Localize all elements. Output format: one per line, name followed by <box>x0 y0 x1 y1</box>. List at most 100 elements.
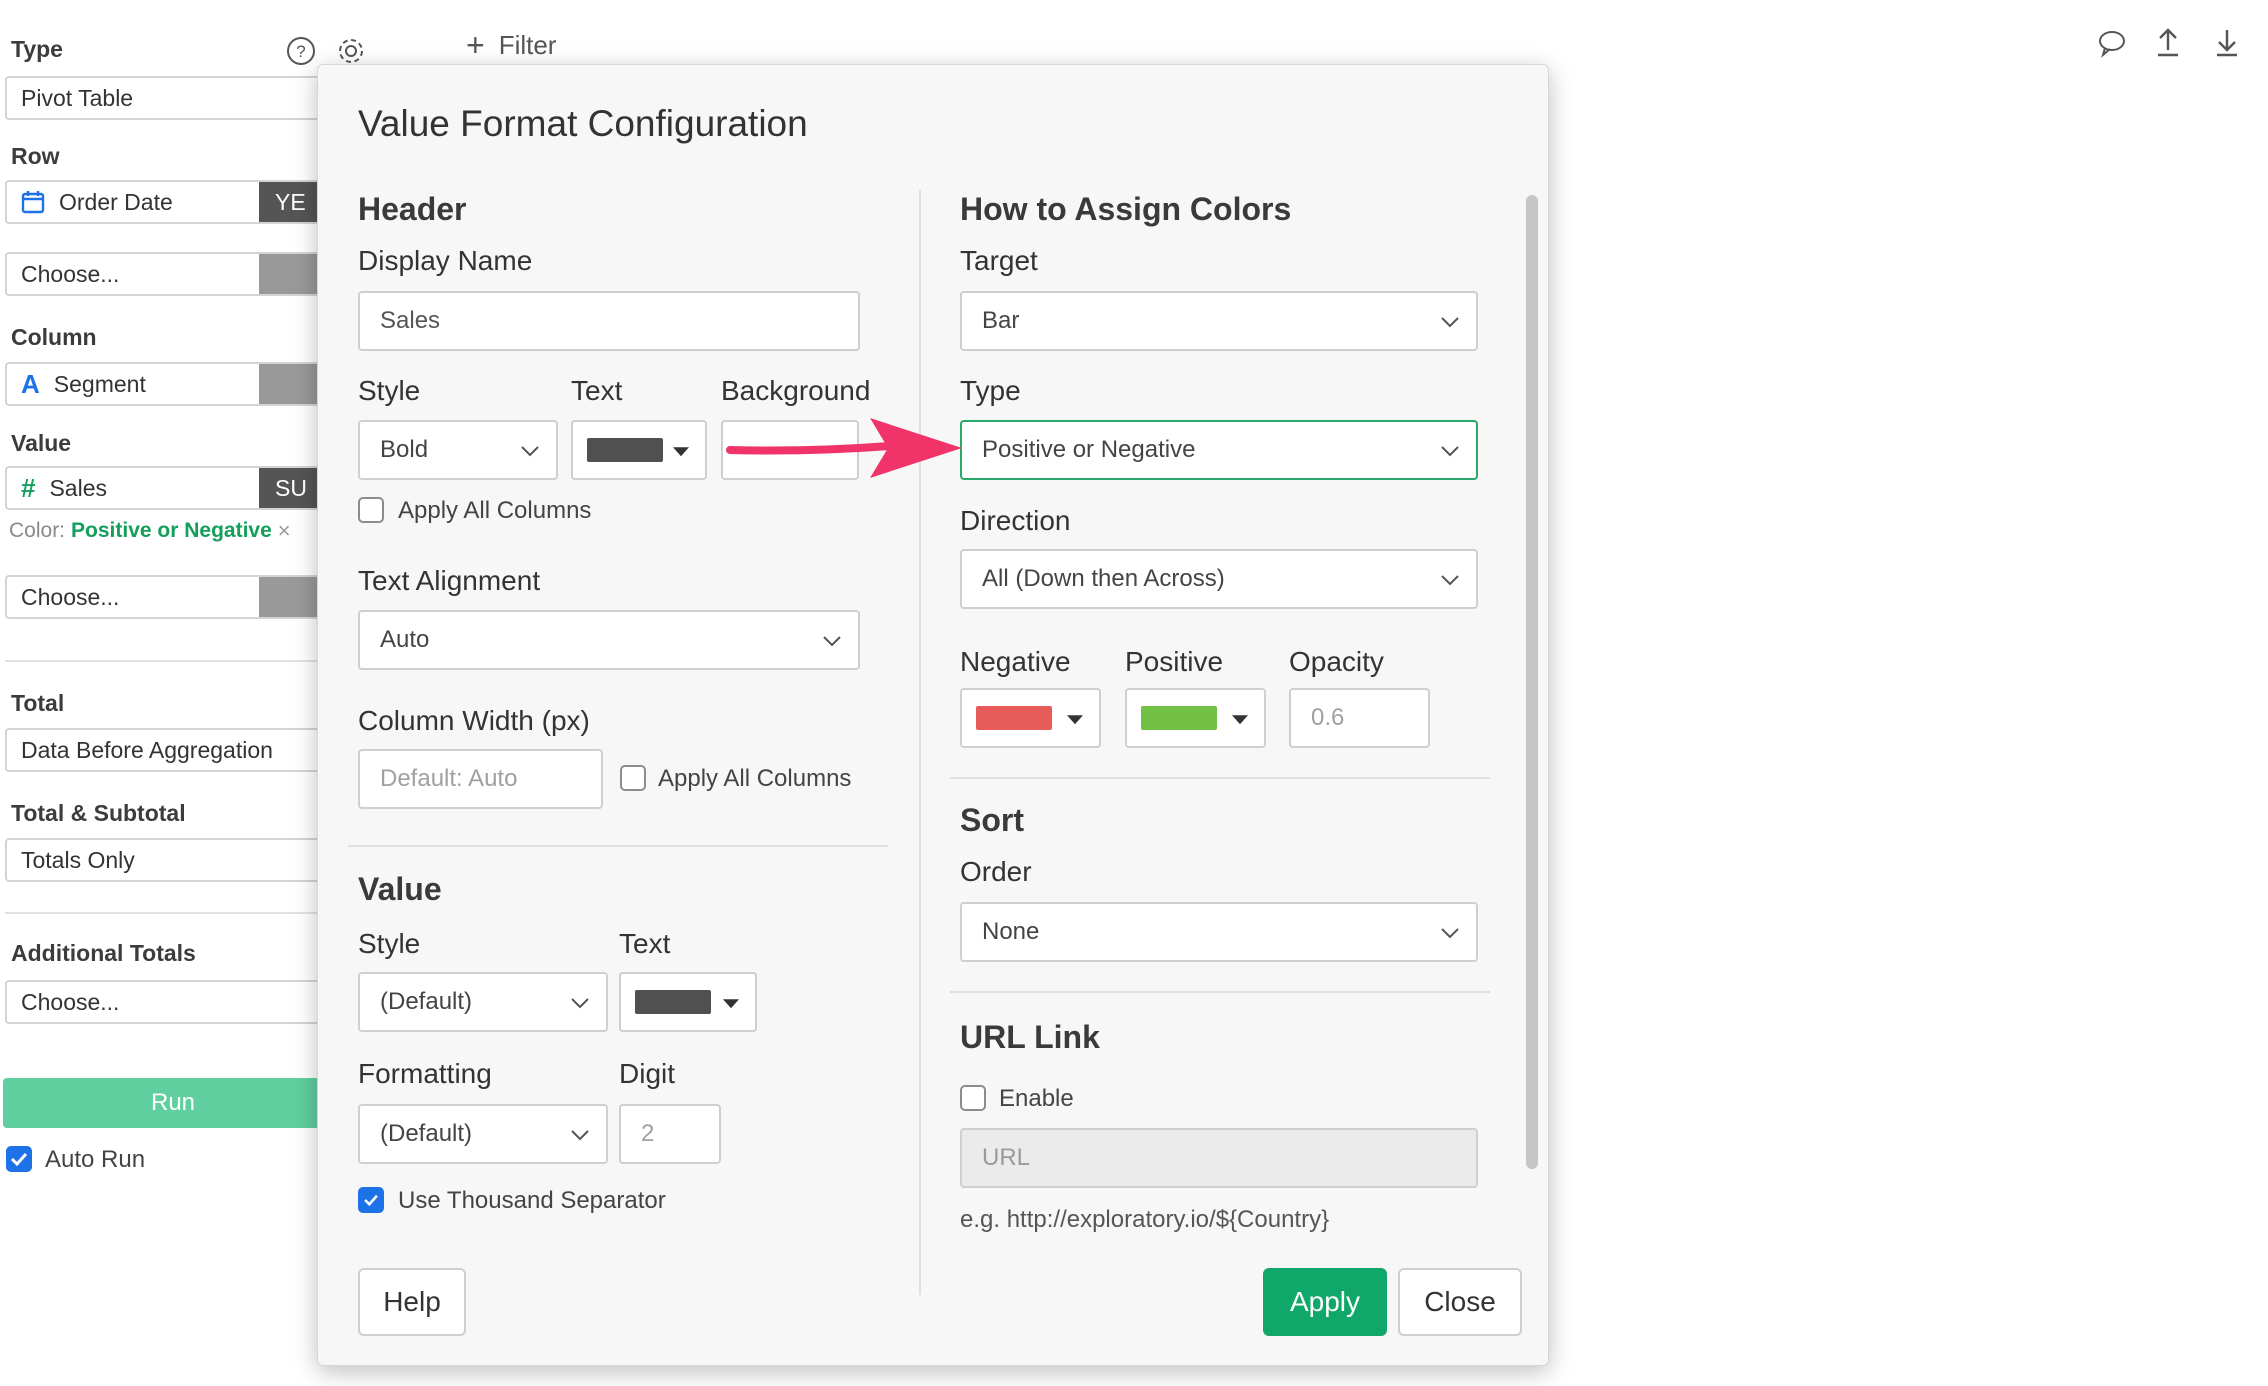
value-field-label: Sales <box>49 474 108 501</box>
direction-select[interactable]: All (Down then Across) <box>960 549 1478 609</box>
help-button[interactable]: Help <box>358 1268 466 1336</box>
thousand-separator-checkbox[interactable] <box>358 1187 384 1213</box>
order-select[interactable]: None <box>960 902 1478 962</box>
header-text-color-picker[interactable] <box>571 420 707 480</box>
color-type-select[interactable]: Positive or Negative <box>960 420 1478 480</box>
chevron-down-icon <box>1440 565 1460 593</box>
value-text-color-label: Text <box>619 928 671 959</box>
header-text-color-label: Text <box>571 375 623 406</box>
comment-icon[interactable] <box>2097 28 2127 58</box>
positive-color-picker[interactable] <box>1125 688 1266 748</box>
total-label: Total <box>11 690 65 716</box>
negative-color-picker[interactable] <box>960 688 1101 748</box>
header-background-label: Background <box>721 375 871 406</box>
type-label: Type <box>11 36 63 62</box>
column-width-placeholder: Default: Auto <box>380 765 518 792</box>
chevron-down-icon <box>822 626 842 654</box>
column-field-label: Segment <box>53 370 146 397</box>
url-section-title: URL Link <box>960 1019 1100 1055</box>
opacity-placeholder: 0.6 <box>1311 704 1345 731</box>
caret-down-icon <box>723 999 739 1009</box>
dialog-scrollbar-thumb[interactable] <box>1526 195 1538 1169</box>
color-type-value: Positive or Negative <box>982 436 1196 463</box>
close-button-label: Close <box>1424 1286 1496 1317</box>
target-value: Bar <box>982 307 1020 334</box>
row-field-order-date[interactable]: Order Date YE <box>5 180 345 224</box>
value-style-value: (Default) <box>380 988 473 1015</box>
url-enable-label: Enable <box>999 1085 1074 1112</box>
value-choose-select[interactable]: Choose... <box>5 575 345 619</box>
text-type-icon: A <box>21 368 40 399</box>
display-name-value: Sales <box>380 307 441 334</box>
remove-color-icon[interactable]: × <box>278 518 291 544</box>
close-button[interactable]: Close <box>1398 1268 1522 1336</box>
type-select-value: Pivot Table <box>21 84 134 111</box>
value-color-setting: Color: Positive or Negative × <box>9 518 291 544</box>
row-field-label: Order Date <box>59 188 173 215</box>
text-alignment-select[interactable]: Auto <box>358 610 860 670</box>
row-choose-select[interactable]: Choose... <box>5 252 345 296</box>
target-select[interactable]: Bar <box>960 291 1478 351</box>
value-field-sales[interactable]: # Sales SU <box>5 466 345 510</box>
dialog-title: Value Format Configuration <box>358 103 808 144</box>
thousand-separator-label: Use Thousand Separator <box>398 1187 666 1214</box>
apply-button[interactable]: Apply <box>1263 1268 1387 1336</box>
column-width-input[interactable]: Default: Auto <box>358 749 603 809</box>
annotation-arrow <box>726 418 962 478</box>
run-button[interactable]: Run <box>3 1078 343 1128</box>
auto-run-label: Auto Run <box>45 1146 146 1173</box>
upload-icon[interactable] <box>2153 26 2183 58</box>
display-name-input[interactable]: Sales <box>358 291 860 351</box>
download-icon[interactable] <box>2212 26 2242 58</box>
display-name-label: Display Name <box>358 245 533 276</box>
url-input[interactable]: URL <box>960 1128 1478 1188</box>
svg-text:?: ? <box>296 42 305 61</box>
subtotal-select-value: Totals Only <box>21 846 135 873</box>
value-style-select[interactable]: (Default) <box>358 972 608 1032</box>
auto-run-checkbox[interactable] <box>6 1146 32 1172</box>
digit-input[interactable]: 2 <box>619 1104 721 1164</box>
chevron-down-icon <box>570 1120 590 1148</box>
color-setting-link[interactable]: Positive or Negative <box>71 519 272 543</box>
direction-value: All (Down then Across) <box>982 565 1225 592</box>
formatting-select[interactable]: (Default) <box>358 1104 608 1164</box>
sort-section-title: Sort <box>960 802 1024 838</box>
column-width-label: Column Width (px) <box>358 705 590 736</box>
subtotal-label: Total & Subtotal <box>11 800 186 826</box>
url-example-text: e.g. http://exploratory.io/${Country} <box>960 1206 1330 1233</box>
color-prefix: Color: <box>9 519 66 542</box>
column-field-segment[interactable]: A Segment <box>5 362 345 406</box>
header-style-select[interactable]: Bold <box>358 420 558 480</box>
additional-totals-select[interactable]: Choose... <box>5 980 345 1024</box>
colors-section-title: How to Assign Colors <box>960 191 1292 227</box>
target-label: Target <box>960 245 1038 276</box>
filter-button[interactable]: + Filter <box>466 28 556 62</box>
caret-down-icon <box>1067 715 1083 725</box>
help-circle-icon[interactable]: ? <box>286 36 316 66</box>
row-choose-label: Choose... <box>21 260 120 287</box>
additional-totals-value: Choose... <box>21 988 120 1015</box>
left-divider-2 <box>5 912 345 914</box>
total-select[interactable]: Data Before Aggregation <box>5 728 345 772</box>
subtotal-select[interactable]: Totals Only <box>5 838 345 882</box>
value-text-color-picker[interactable] <box>619 972 757 1032</box>
chevron-down-icon <box>570 988 590 1016</box>
value-text-color-swatch <box>635 990 711 1014</box>
opacity-input[interactable]: 0.6 <box>1289 688 1430 748</box>
caret-down-icon <box>673 447 689 457</box>
gear-icon[interactable] <box>336 36 366 66</box>
width-apply-all-checkbox[interactable] <box>620 765 646 791</box>
type-select[interactable]: Pivot Table <box>5 76 345 120</box>
header-style-label: Style <box>358 375 421 406</box>
chevron-down-icon <box>1440 918 1460 946</box>
header-apply-all-checkbox[interactable] <box>358 497 384 523</box>
column-separator <box>919 190 921 1295</box>
additional-totals-label: Additional Totals <box>11 940 196 966</box>
url-enable-checkbox[interactable] <box>960 1085 986 1111</box>
plus-icon: + <box>466 27 485 63</box>
value-label: Value <box>11 430 72 456</box>
header-style-value: Bold <box>380 436 429 463</box>
positive-color-label: Positive <box>1125 646 1224 677</box>
order-label: Order <box>960 856 1032 887</box>
value-format-configuration-dialog: Value Format Configuration Header Displa… <box>317 64 1549 1366</box>
